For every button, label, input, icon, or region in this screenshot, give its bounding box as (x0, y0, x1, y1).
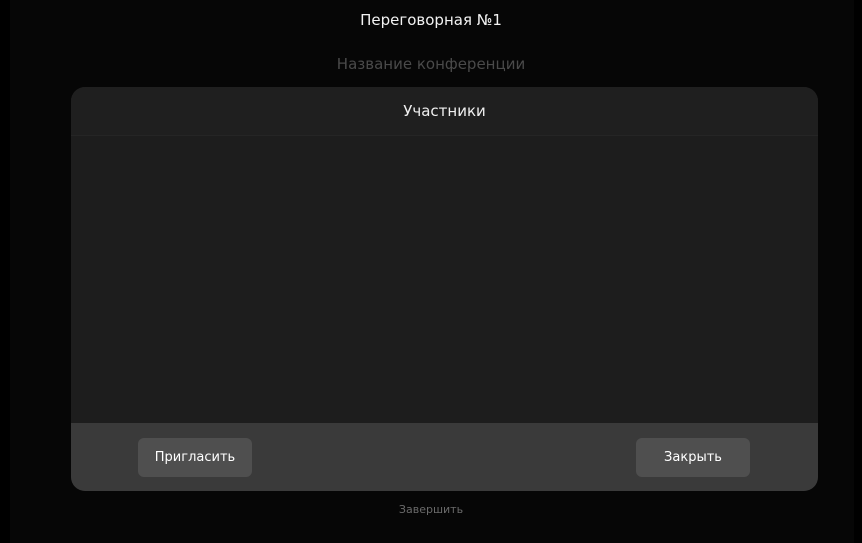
participants-list[interactable] (71, 136, 818, 423)
participants-dialog: Участники Пригласить Закрыть (71, 87, 818, 491)
end-conference-button[interactable]: Завершить (0, 502, 862, 518)
conference-name-input[interactable] (0, 54, 862, 74)
invite-button[interactable]: Пригласить (138, 438, 252, 477)
room-title: Переговорная №1 (360, 11, 502, 29)
close-button[interactable]: Закрыть (636, 438, 750, 477)
dialog-header: Участники (71, 87, 818, 136)
dialog-footer: Пригласить Закрыть (71, 423, 818, 491)
dialog-title: Участники (403, 102, 486, 120)
